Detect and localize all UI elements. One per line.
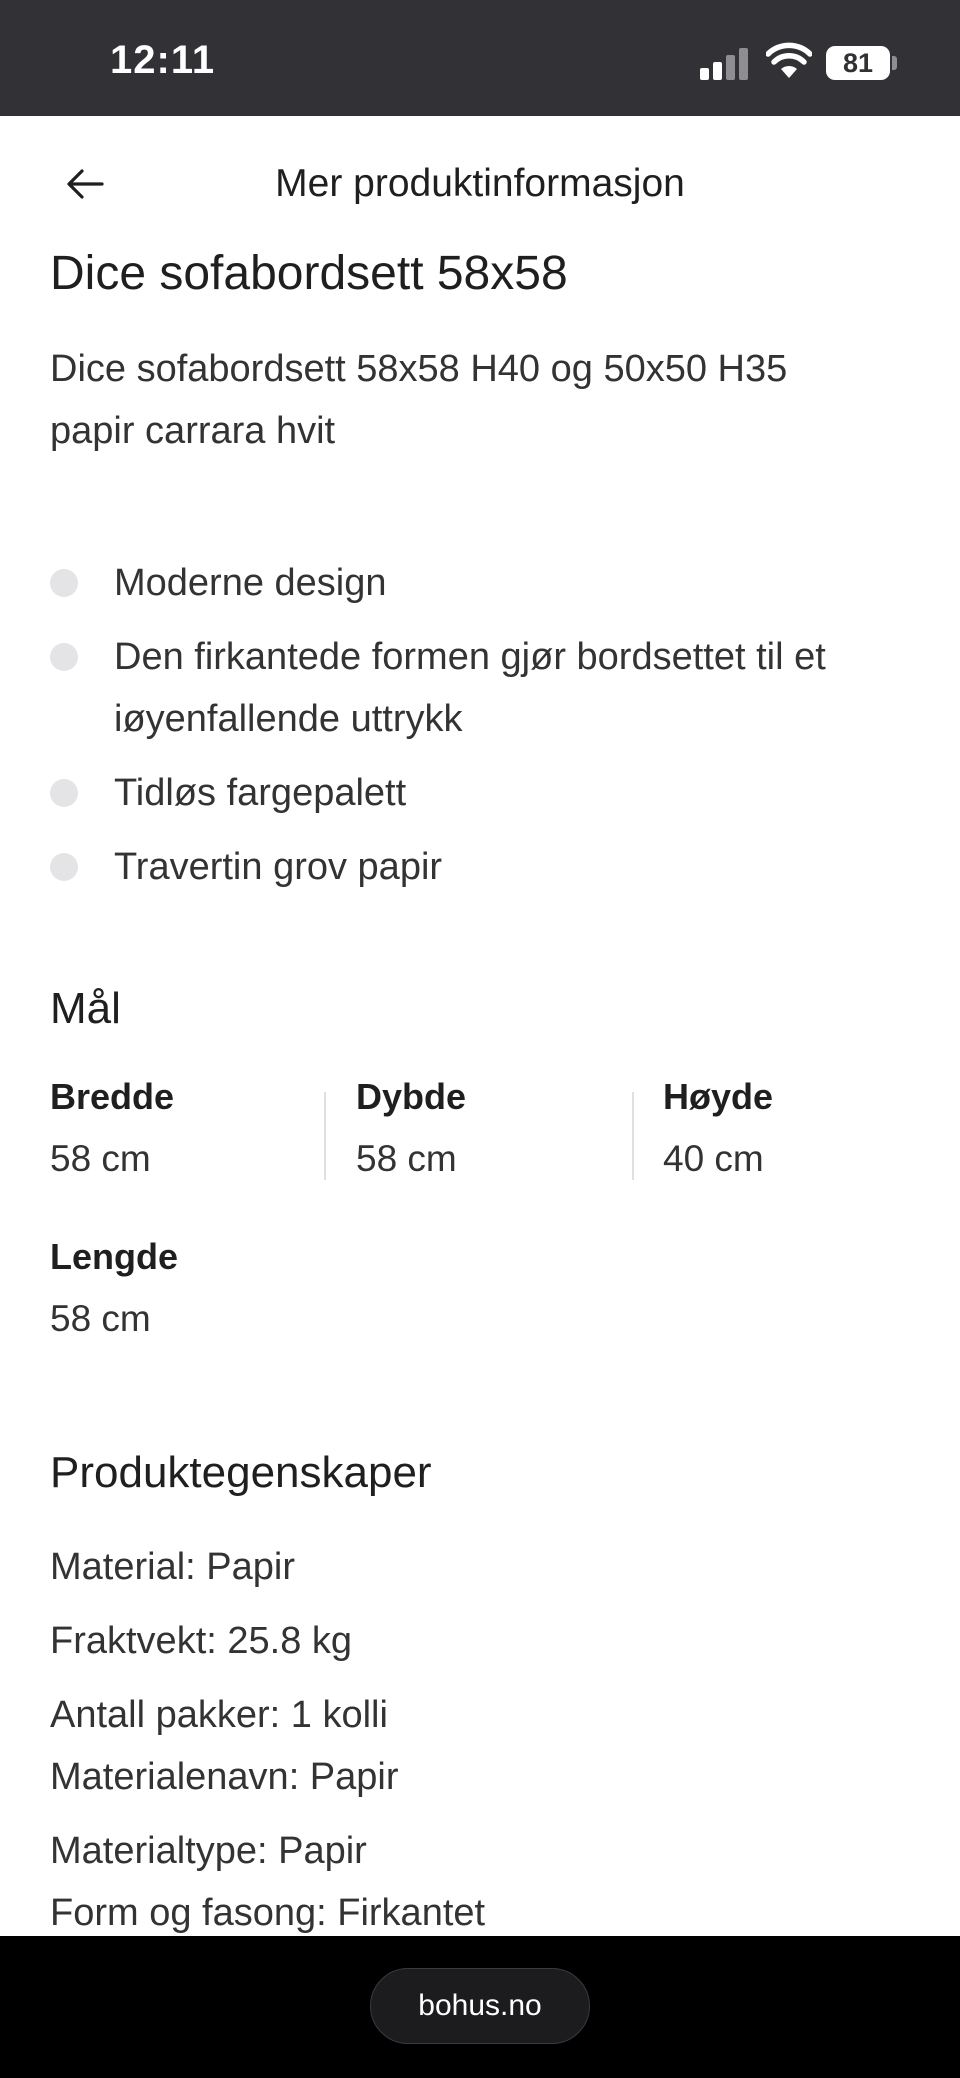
feature-list: Moderne design Den firkantede formen gjø… bbox=[50, 552, 920, 910]
bullet-icon bbox=[50, 779, 78, 807]
dimension-value: 58 cm bbox=[50, 1298, 151, 1339]
property-material-name: Materialenavn: Papir bbox=[50, 1756, 399, 1798]
dimension-divider bbox=[632, 1092, 634, 1180]
property-package-count: Antall pakker: 1 kolli bbox=[50, 1694, 388, 1736]
property-shape: Form og fasong: Firkantet bbox=[50, 1892, 486, 1934]
feature-text: Moderne design bbox=[114, 562, 387, 604]
feature-text: Travertin grov papir bbox=[114, 846, 443, 888]
browser-bottom-bar: bohus.no bbox=[0, 1936, 960, 2078]
dimension-label: Bredde bbox=[50, 1076, 175, 1117]
dimensions-title: Mål bbox=[50, 984, 121, 1033]
property-material: Material: Papir bbox=[50, 1546, 295, 1588]
address-bar[interactable]: bohus.no bbox=[370, 1968, 590, 2044]
dimension-length: Lengde 58 cm bbox=[50, 1236, 330, 1340]
dimension-value: 40 cm bbox=[663, 1138, 764, 1179]
product-description: Dice sofabordsett 58x58 H40 og 50x50 H35… bbox=[50, 348, 788, 452]
content-area[interactable]: Mer produktinformasjon Dice sofabordsett… bbox=[0, 116, 960, 1936]
status-time: 12:11 bbox=[110, 38, 216, 82]
feature-item: Travertin grov papir bbox=[50, 836, 920, 898]
dimension-width: Bredde 58 cm bbox=[50, 1076, 330, 1180]
property-material-type: Materialtype: Papir bbox=[50, 1830, 367, 1872]
page-title: Mer produktinformasjon bbox=[275, 162, 685, 205]
feature-text: Den firkantede formen gjør bordsettet ti… bbox=[114, 636, 826, 740]
battery-tip bbox=[892, 56, 897, 70]
property-shipping-weight: Fraktvekt: 25.8 kg bbox=[50, 1620, 353, 1662]
bullet-icon bbox=[50, 569, 78, 597]
bullet-icon bbox=[50, 853, 78, 881]
cellular-signal-icon bbox=[700, 46, 750, 80]
dimension-divider bbox=[324, 1092, 326, 1180]
feature-item: Den firkantede formen gjør bordsettet ti… bbox=[50, 626, 920, 750]
status-bar: 12:11 81 bbox=[0, 0, 960, 116]
dimension-label: Lengde bbox=[50, 1236, 179, 1277]
dimension-label: Høyde bbox=[663, 1076, 774, 1117]
properties-title: Produktegenskaper bbox=[50, 1448, 432, 1497]
product-title: Dice sofabordsett 58x58 bbox=[50, 247, 568, 300]
feature-text: Tidløs fargepalett bbox=[114, 772, 407, 814]
feature-item: Moderne design bbox=[50, 552, 920, 614]
dimension-label: Dybde bbox=[356, 1076, 467, 1117]
bullet-icon bbox=[50, 643, 78, 671]
feature-item: Tidløs fargepalett bbox=[50, 762, 920, 824]
dimension-value: 58 cm bbox=[50, 1138, 151, 1179]
wifi-icon bbox=[766, 42, 812, 78]
page-header: Mer produktinformasjon bbox=[0, 116, 960, 252]
dimension-depth: Dybde 58 cm bbox=[356, 1076, 636, 1180]
battery-icon: 81 bbox=[826, 46, 890, 80]
dimension-height: Høyde 40 cm bbox=[663, 1076, 943, 1180]
dimension-value: 58 cm bbox=[356, 1138, 457, 1179]
